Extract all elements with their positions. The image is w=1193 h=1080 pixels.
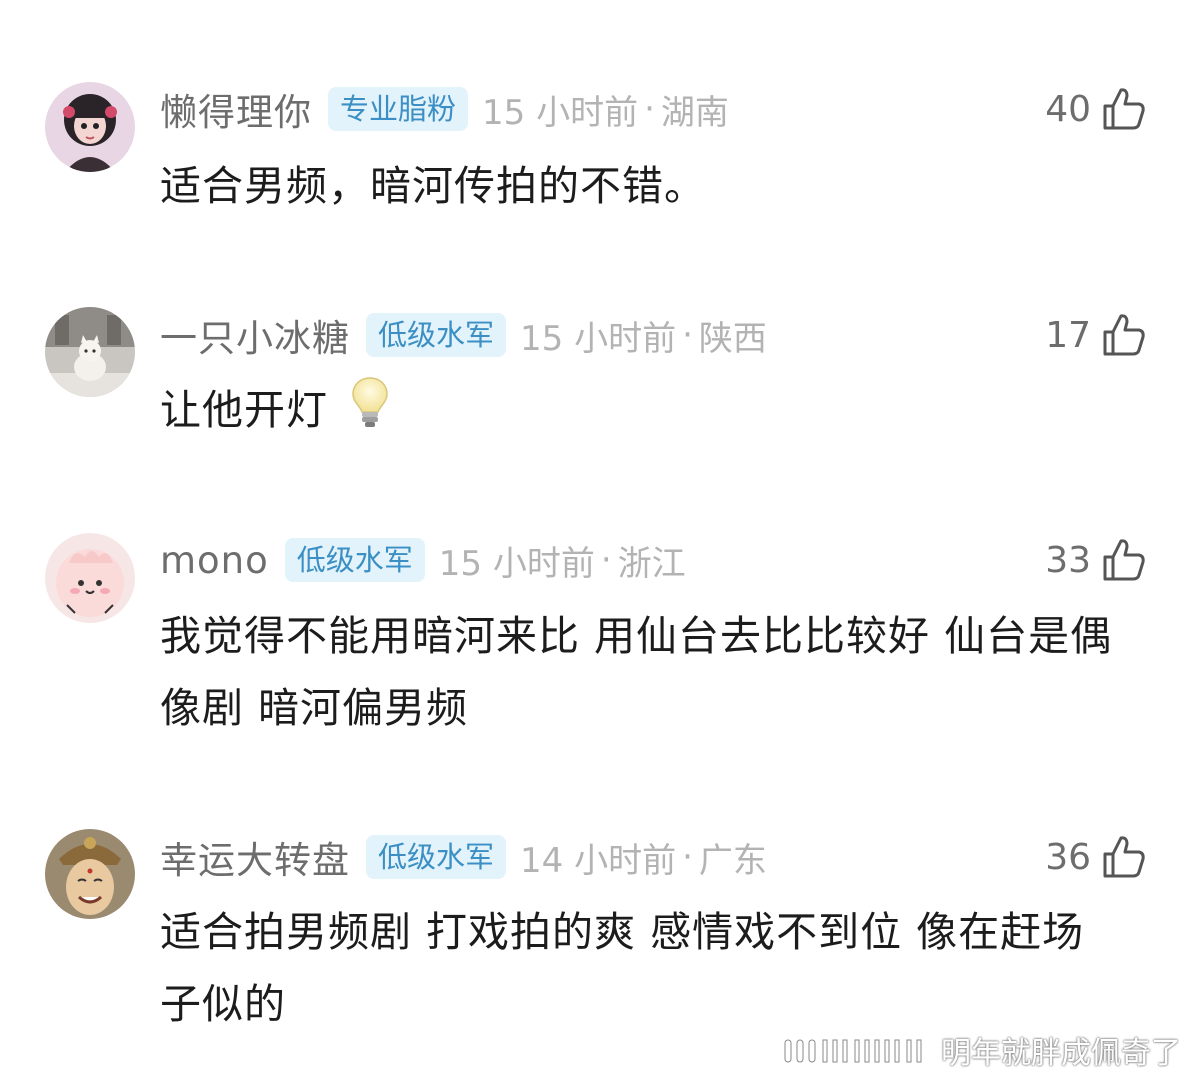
weibo-watermark: 明年就胖成佩奇了 [783, 1028, 1181, 1075]
like-button[interactable]: 17 [1045, 310, 1147, 360]
comment-text-content: 让他开灯 [160, 386, 328, 434]
comment-text: 适合男频，暗河传拍的不错。 [160, 162, 706, 210]
comment-text: 我觉得不能用暗河来比 用仙台去比比较好 仙台是偶像剧 暗河偏男频 [160, 612, 1113, 732]
username[interactable]: 一只小冰糖 [160, 308, 350, 362]
avatar[interactable] [45, 307, 135, 397]
avatar[interactable] [45, 82, 135, 172]
timestamp: 15 小时前 [438, 543, 595, 584]
like-count: 40 [1045, 88, 1091, 130]
like-count: 36 [1045, 836, 1091, 878]
avatar[interactable] [45, 533, 135, 623]
region-label: 浙江 [617, 543, 686, 584]
avatar[interactable] [45, 829, 135, 919]
meta-separator: · [682, 315, 693, 355]
like-button[interactable]: 33 [1045, 535, 1147, 585]
like-button[interactable]: 36 [1045, 832, 1147, 882]
meta-separator: · [644, 89, 655, 129]
comment-meta: 一只小冰糖 低级水军 15 小时前 · 陕西 [160, 310, 767, 360]
thumbs-up-icon[interactable] [1101, 537, 1147, 583]
comment-meta: 幸运大转盘 低级水军 14 小时前 · 广东 [160, 832, 767, 882]
like-count: 17 [1045, 314, 1091, 356]
watermark-text: 明年就胖成佩奇了 [941, 1035, 1181, 1071]
comment-meta: mono 低级水军 15 小时前 · 浙江 [160, 535, 686, 585]
fan-badge[interactable]: 低级水军 [366, 835, 507, 879]
thumbs-up-icon[interactable] [1101, 834, 1147, 880]
watermark-logo-icon [783, 1034, 933, 1074]
timestamp: 15 小时前 [520, 318, 677, 359]
comment-meta: 懒得理你 专业脂粉 15 小时前 · 湖南 [160, 84, 729, 134]
like-count: 33 [1045, 539, 1091, 581]
region-label: 陕西 [698, 318, 767, 359]
meta-separator: · [600, 540, 612, 580]
timestamp: 14 小时前 [520, 840, 677, 881]
region-label: 湖南 [660, 92, 729, 133]
like-button[interactable]: 40 [1045, 84, 1147, 134]
username[interactable]: 懒得理你 [160, 82, 312, 136]
thumbs-up-icon[interactable] [1101, 312, 1147, 358]
username[interactable]: mono [160, 539, 269, 582]
comment-text: 让他开灯 [160, 374, 1140, 451]
region-label: 广东 [698, 840, 767, 881]
username[interactable]: 幸运大转盘 [160, 830, 350, 884]
comment-text: 适合拍男频剧 打戏拍的爽 感情戏不到位 像在赶场子似的 [160, 908, 1085, 1028]
fan-badge[interactable]: 低级水军 [284, 538, 425, 582]
light-bulb-icon [350, 375, 390, 451]
meta-separator: · [682, 837, 693, 877]
fan-badge[interactable]: 专业脂粉 [328, 87, 469, 131]
timestamp: 15 小时前 [482, 92, 639, 133]
fan-badge[interactable]: 低级水军 [366, 313, 507, 357]
thumbs-up-icon[interactable] [1101, 86, 1147, 132]
